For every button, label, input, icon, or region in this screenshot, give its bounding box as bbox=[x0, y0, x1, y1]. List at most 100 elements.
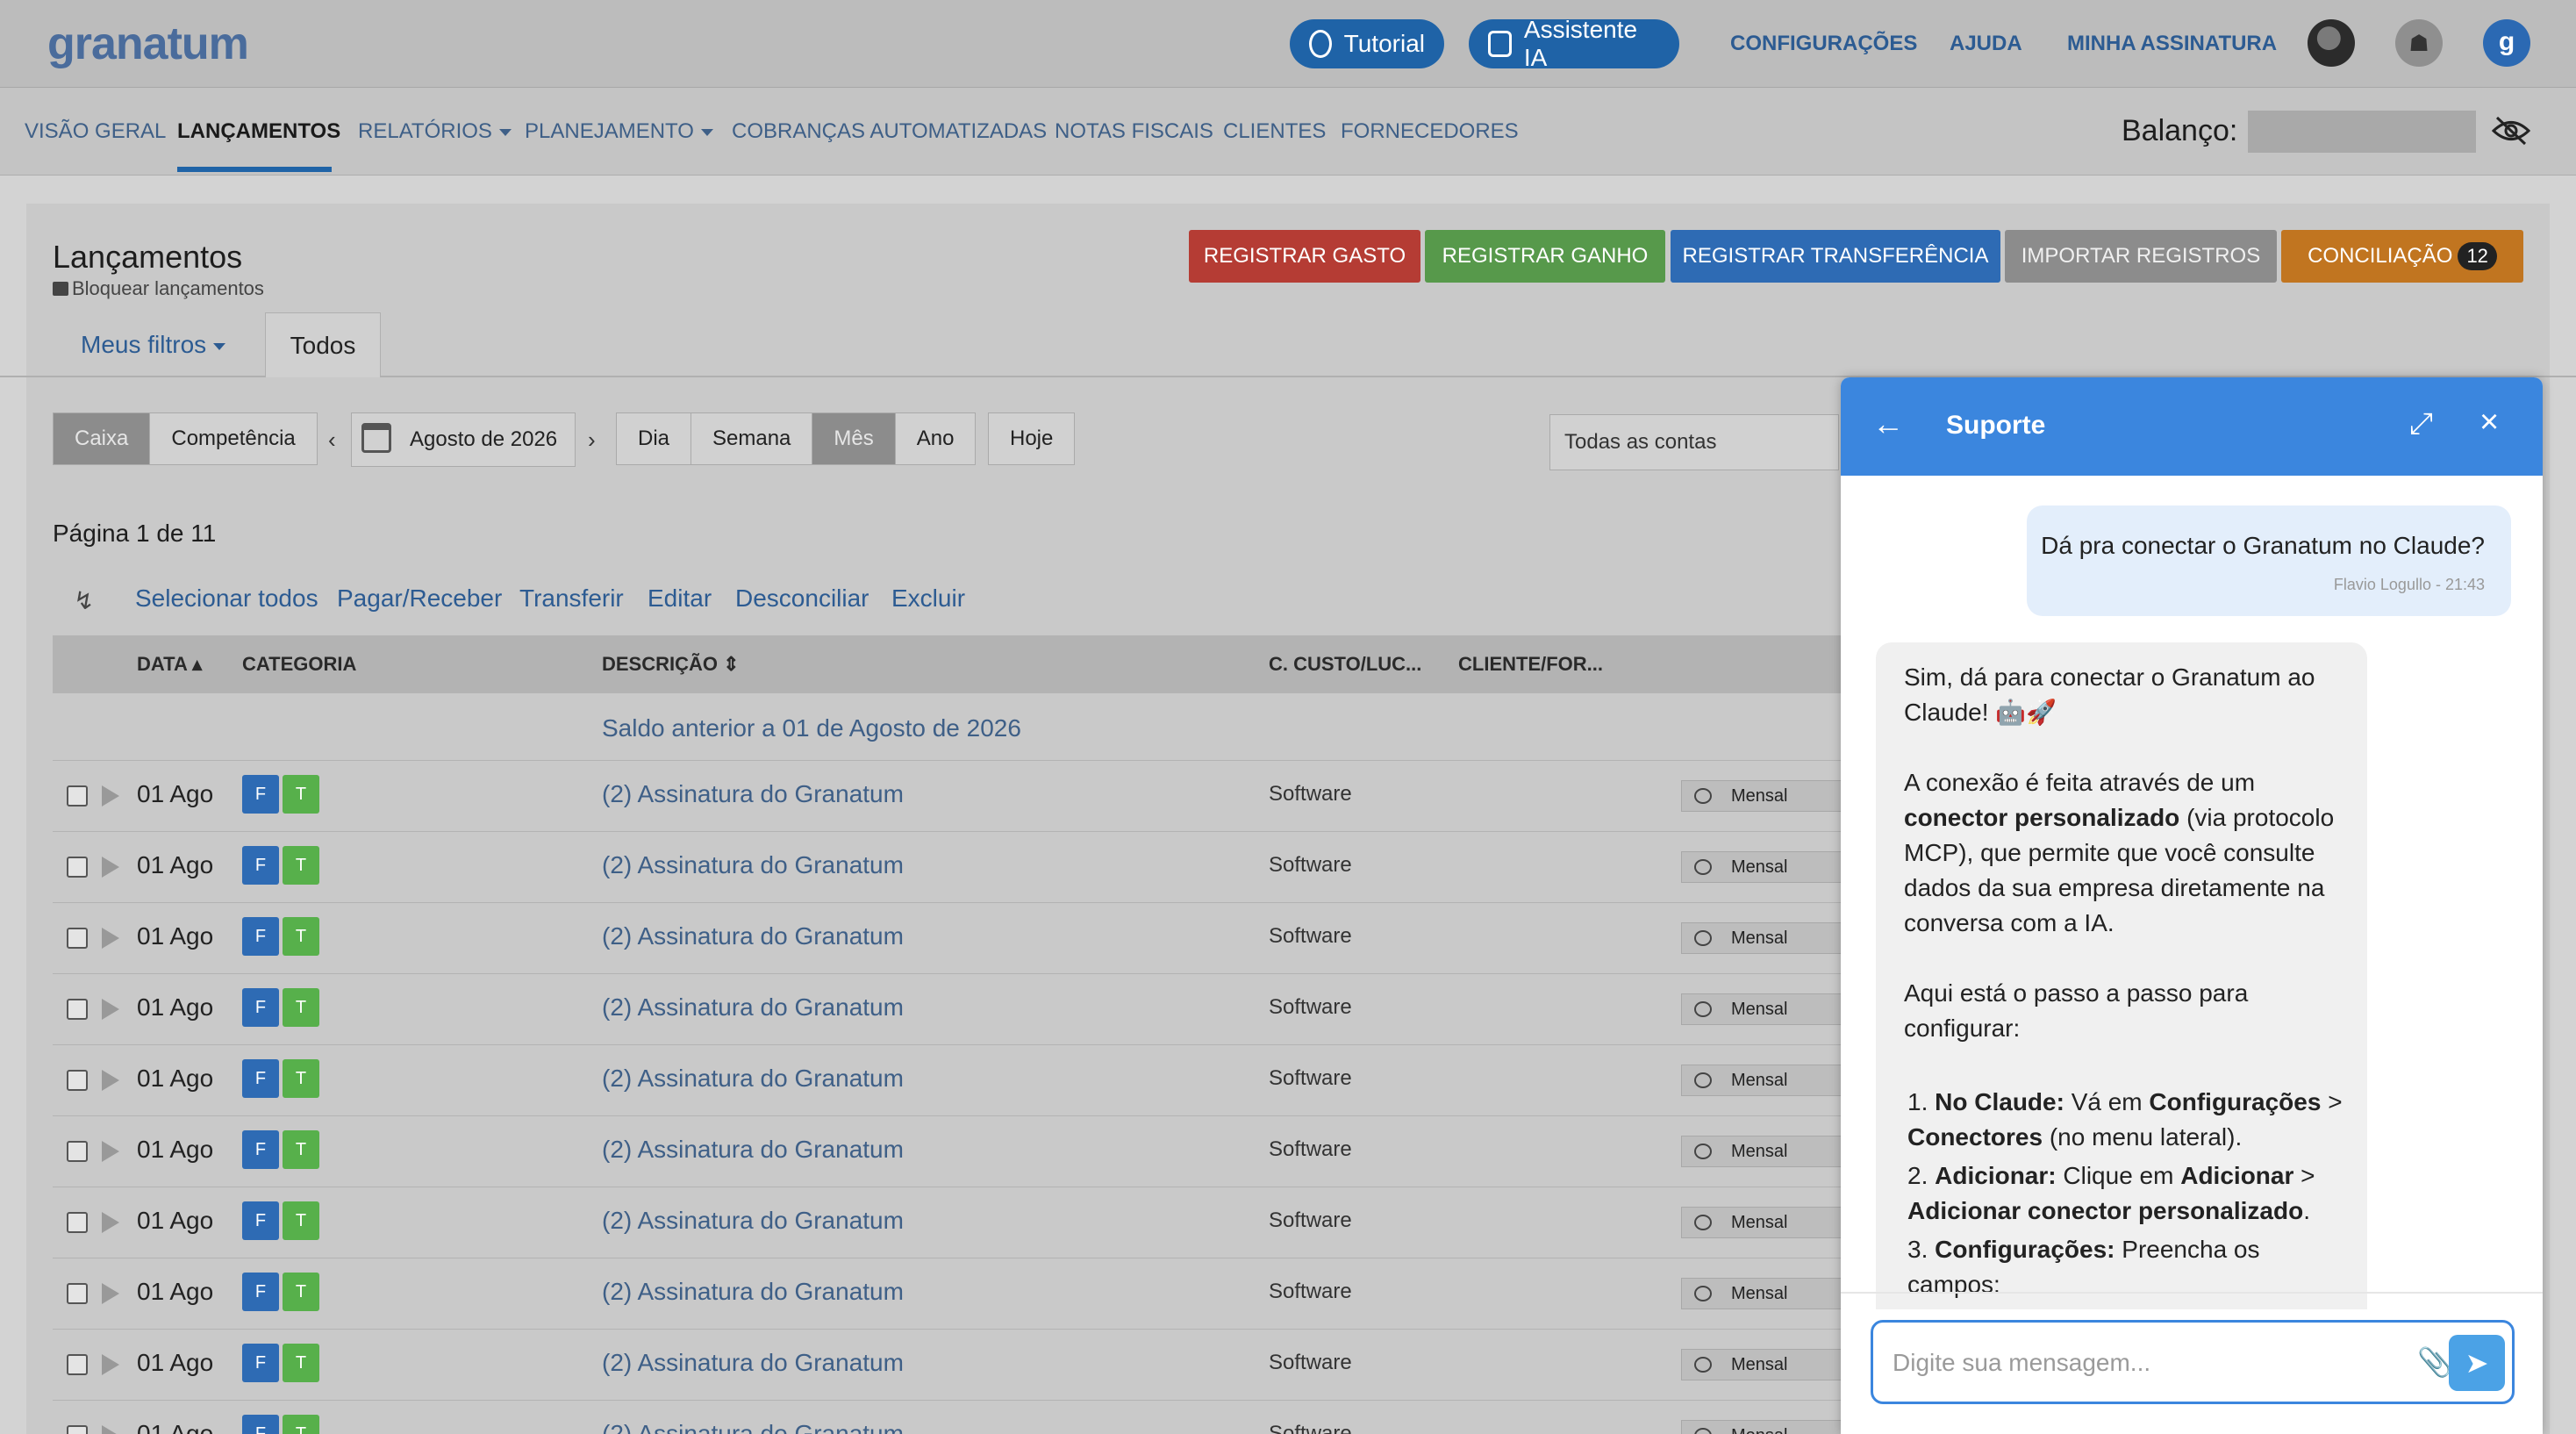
table-row[interactable]: 01 Ago F T (2) Assinatura do Granatum Softwa… bbox=[53, 1187, 1851, 1258]
expand-row-icon[interactable] bbox=[102, 1212, 119, 1233]
hoje-button[interactable]: Hoje bbox=[989, 413, 1074, 464]
importar-registros-button[interactable]: IMPORTAR REGISTROS bbox=[2005, 230, 2277, 283]
caixa-option[interactable]: Caixa bbox=[54, 413, 151, 464]
bot-avatar-icon[interactable]: ☗ bbox=[2395, 19, 2443, 67]
competencia-option[interactable]: Competência bbox=[150, 413, 316, 464]
table-row[interactable]: 01 Ago F T (2) Assinatura do Granatum Softwa… bbox=[53, 902, 1851, 973]
row-description-link[interactable]: (2) Assinatura do Granatum bbox=[602, 993, 904, 1022]
expand-row-icon[interactable] bbox=[102, 1425, 119, 1434]
expand-icon[interactable]: ⤢ bbox=[2409, 407, 2433, 441]
nav-visao-geral[interactable]: VISÃO GERAL bbox=[25, 119, 166, 144]
excluir-link[interactable]: Excluir bbox=[891, 584, 965, 613]
row-checkbox[interactable] bbox=[67, 1283, 88, 1304]
table-row[interactable]: 01 Ago F T (2) Assinatura do Granatum Softwa… bbox=[53, 1115, 1851, 1187]
tab-meus-filtros[interactable]: Meus filtros bbox=[81, 312, 226, 377]
next-period-arrow[interactable]: › bbox=[588, 427, 596, 454]
row-description-link[interactable]: (2) Assinatura do Granatum bbox=[602, 1420, 904, 1434]
nav-relatorios[interactable]: RELATÓRIOS bbox=[358, 119, 512, 144]
col-cliente-fornecedor[interactable]: CLIENTE/FOR... bbox=[1458, 653, 1603, 676]
ajuda-link[interactable]: AJUDA bbox=[1950, 32, 2022, 56]
table-row[interactable]: 01 Ago F T (2) Assinatura do Granatum Softwa… bbox=[53, 831, 1851, 902]
expand-row-icon[interactable] bbox=[102, 999, 119, 1020]
row-checkbox[interactable] bbox=[67, 1212, 88, 1233]
row-checkbox[interactable] bbox=[67, 1425, 88, 1434]
configuracoes-link[interactable]: CONFIGURAÇÕES bbox=[1730, 32, 1917, 56]
row-cost-center: Software bbox=[1269, 995, 1352, 1019]
expand-row-icon[interactable] bbox=[102, 928, 119, 949]
row-checkbox[interactable] bbox=[67, 928, 88, 949]
row-description-link[interactable]: (2) Assinatura do Granatum bbox=[602, 1065, 904, 1093]
assistente-ia-button[interactable]: Assistente IA bbox=[1469, 16, 1679, 71]
selecionar-todos-link[interactable]: Selecionar todos bbox=[135, 584, 318, 613]
bot-paragraph-2: A conexão é feita através de um conector… bbox=[1904, 765, 2351, 941]
row-checkbox[interactable] bbox=[67, 999, 88, 1020]
step3-a: Configurações: bbox=[1935, 1236, 2115, 1263]
row-checkbox[interactable] bbox=[67, 1354, 88, 1375]
row-description-link[interactable]: (2) Assinatura do Granatum bbox=[602, 1136, 904, 1164]
semana-option[interactable]: Semana bbox=[691, 413, 813, 464]
row-cost-center: Software bbox=[1269, 1208, 1352, 1232]
send-button[interactable]: ➤ bbox=[2449, 1335, 2505, 1391]
prev-period-arrow[interactable]: ‹ bbox=[328, 427, 336, 454]
col-centro-custo[interactable]: C. CUSTO/LUC... bbox=[1269, 653, 1421, 676]
back-arrow-icon[interactable]: ← bbox=[1872, 405, 1904, 442]
row-description-link[interactable]: (2) Assinatura do Granatum bbox=[602, 780, 904, 808]
row-description-link[interactable]: (2) Assinatura do Granatum bbox=[602, 922, 904, 950]
row-checkbox[interactable] bbox=[67, 1141, 88, 1162]
editar-link[interactable]: Editar bbox=[648, 584, 712, 613]
tutorial-button[interactable]: Tutorial bbox=[1290, 19, 1444, 68]
nav-fornecedores[interactable]: FORNECEDORES bbox=[1341, 119, 1519, 144]
col-descricao[interactable]: DESCRIÇÃO ⇕ bbox=[602, 653, 740, 676]
pagar-receber-link[interactable]: Pagar/Receber bbox=[337, 584, 502, 613]
row-description-link[interactable]: (2) Assinatura do Granatum bbox=[602, 1349, 904, 1377]
registrar-ganho-button[interactable]: REGISTRAR GANHO bbox=[1425, 230, 1665, 283]
nav-cobrancas[interactable]: COBRANÇAS AUTOMATIZADAS bbox=[732, 119, 1047, 144]
close-icon[interactable]: × bbox=[2479, 404, 2499, 441]
col-data[interactable]: DATA ▴ bbox=[137, 653, 202, 676]
granatum-logo[interactable]: granatum bbox=[47, 18, 249, 70]
repeat-icon bbox=[1694, 1144, 1712, 1159]
desconciliar-link[interactable]: Desconciliar bbox=[735, 584, 869, 613]
tag-t: T bbox=[283, 1059, 319, 1098]
expand-row-icon[interactable] bbox=[102, 1354, 119, 1375]
paperclip-icon[interactable]: 📎 bbox=[2417, 1345, 2452, 1379]
dia-option[interactable]: Dia bbox=[617, 413, 692, 464]
expand-row-icon[interactable] bbox=[102, 857, 119, 878]
tab-todos[interactable]: Todos bbox=[265, 312, 381, 377]
user-avatar[interactable] bbox=[2308, 19, 2355, 67]
table-row[interactable]: 01 Ago F T (2) Assinatura do Granatum Softwa… bbox=[53, 973, 1851, 1044]
expand-row-icon[interactable] bbox=[102, 1283, 119, 1304]
col-categoria[interactable]: CATEGORIA bbox=[242, 653, 356, 676]
table-row[interactable]: 01 Ago F T (2) Assinatura do Granatum Softwa… bbox=[53, 1044, 1851, 1115]
table-row[interactable]: 01 Ago F T (2) Assinatura do Granatum Softwa… bbox=[53, 1329, 1851, 1400]
expand-row-icon[interactable] bbox=[102, 1070, 119, 1091]
row-description-link[interactable]: (2) Assinatura do Granatum bbox=[602, 1207, 904, 1235]
row-checkbox[interactable] bbox=[67, 785, 88, 807]
mes-option[interactable]: Mês bbox=[812, 413, 896, 464]
table-row[interactable]: 01 Ago F T (2) Assinatura do Granatum Softwa… bbox=[53, 1400, 1851, 1434]
registrar-transferencia-button[interactable]: REGISTRAR TRANSFERÊNCIA bbox=[1671, 230, 2000, 283]
expand-row-icon[interactable] bbox=[102, 785, 119, 807]
nav-lancamentos[interactable]: LANÇAMENTOS bbox=[177, 119, 340, 144]
row-description-link[interactable]: (2) Assinatura do Granatum bbox=[602, 1278, 904, 1306]
row-description-link[interactable]: (2) Assinatura do Granatum bbox=[602, 851, 904, 879]
nav-clientes[interactable]: CLIENTES bbox=[1223, 119, 1326, 144]
sort-icon[interactable]: ↯ bbox=[74, 586, 94, 615]
granatum-avatar[interactable]: g bbox=[2483, 19, 2530, 67]
chat-message-input[interactable] bbox=[1893, 1345, 2384, 1380]
nav-notas-fiscais[interactable]: NOTAS FISCAIS bbox=[1055, 119, 1213, 144]
nav-planejamento[interactable]: PLANEJAMENTO bbox=[525, 119, 713, 144]
accounts-select[interactable]: Todas as contas bbox=[1549, 414, 1839, 470]
transferir-link[interactable]: Transferir bbox=[519, 584, 624, 613]
table-row[interactable]: 01 Ago F T (2) Assinatura do Granatum Softwa… bbox=[53, 1258, 1851, 1329]
conciliacao-button[interactable]: CONCILIAÇÃO 12 bbox=[2281, 230, 2523, 283]
eye-off-icon[interactable] bbox=[2492, 116, 2530, 146]
expand-row-icon[interactable] bbox=[102, 1141, 119, 1162]
registrar-gasto-button[interactable]: REGISTRAR GASTO bbox=[1189, 230, 1420, 283]
bloquear-lancamentos-link[interactable]: Bloquear lançamentos bbox=[53, 277, 264, 300]
ano-option[interactable]: Ano bbox=[896, 413, 976, 464]
table-row[interactable]: 01 Ago F T (2) Assinatura do Granatum Softwa… bbox=[53, 760, 1851, 831]
row-checkbox[interactable] bbox=[67, 857, 88, 878]
row-checkbox[interactable] bbox=[67, 1070, 88, 1091]
minha-assinatura-link[interactable]: MINHA ASSINATURA bbox=[2067, 32, 2277, 56]
